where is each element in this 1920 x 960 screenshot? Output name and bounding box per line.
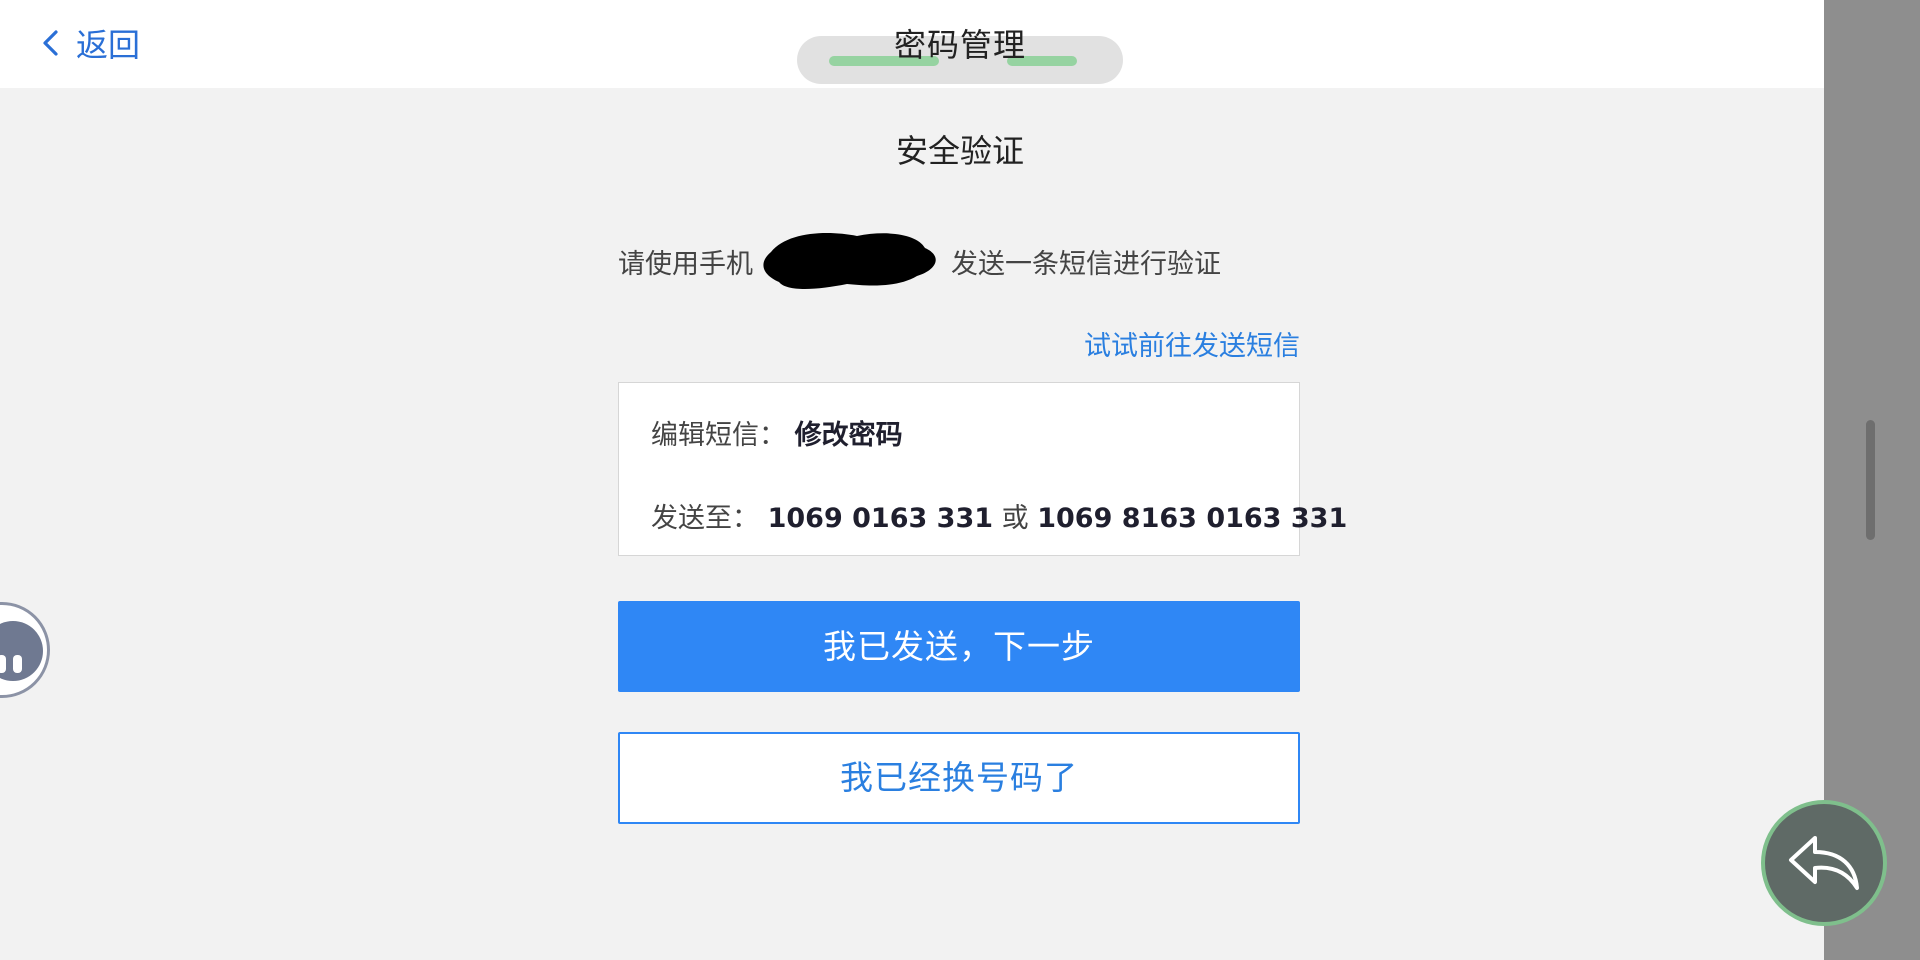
changed-number-button[interactable]: 我已经换号码了: [618, 732, 1300, 824]
sms-info-card: 编辑短信： 修改密码 发送至： 1069 0163 331 或 1069 816…: [618, 382, 1347, 556]
sent-next-button[interactable]: 我已发送，下一步: [618, 601, 1300, 692]
page-title: 密码管理: [893, 26, 1026, 64]
sms-recipient-label: 发送至：: [651, 503, 759, 534]
sms-message-row: 编辑短信： 修改密码: [651, 413, 903, 452]
section-title: 安全验证: [895, 132, 1024, 170]
sms-message-label: 编辑短信：: [651, 420, 786, 451]
redaction-mark: [763, 233, 936, 289]
assistant-eye: [13, 655, 22, 673]
navbar-content: 返回 密码管理: [0, 0, 1920, 88]
sms-or-text: 或: [1001, 503, 1029, 534]
reply-arrow-icon: [1789, 836, 1859, 890]
floating-assistant-button[interactable]: [0, 602, 50, 698]
sms-recipient-row: 发送至： 1069 0163 331 或 1069 8163 0163 331: [651, 496, 1347, 535]
instruction-suffix: 发送一条短信进行验证: [951, 248, 1221, 280]
assistant-icon: [0, 621, 43, 681]
scrollbar[interactable]: [1866, 420, 1875, 540]
redacted-phone-number: [757, 233, 947, 289]
sms-number-secondary: 1069 8163 0163 331: [1037, 503, 1348, 534]
try-send-sms-link[interactable]: 试试前往发送短信: [1084, 324, 1300, 363]
assistant-eye: [0, 655, 6, 673]
screen: 返回 密码管理 安全验证 请使用手机 发送一条短信进行验证 试试前往发送短信 编…: [0, 0, 1920, 960]
floating-gesture-back-button[interactable]: [1761, 800, 1887, 926]
verification-instruction: 请使用手机 发送一条短信进行验证: [618, 233, 1221, 289]
sms-message-value: 修改密码: [794, 420, 903, 451]
sms-number-primary: 1069 0163 331: [767, 503, 994, 534]
instruction-prefix: 请使用手机: [618, 248, 753, 280]
